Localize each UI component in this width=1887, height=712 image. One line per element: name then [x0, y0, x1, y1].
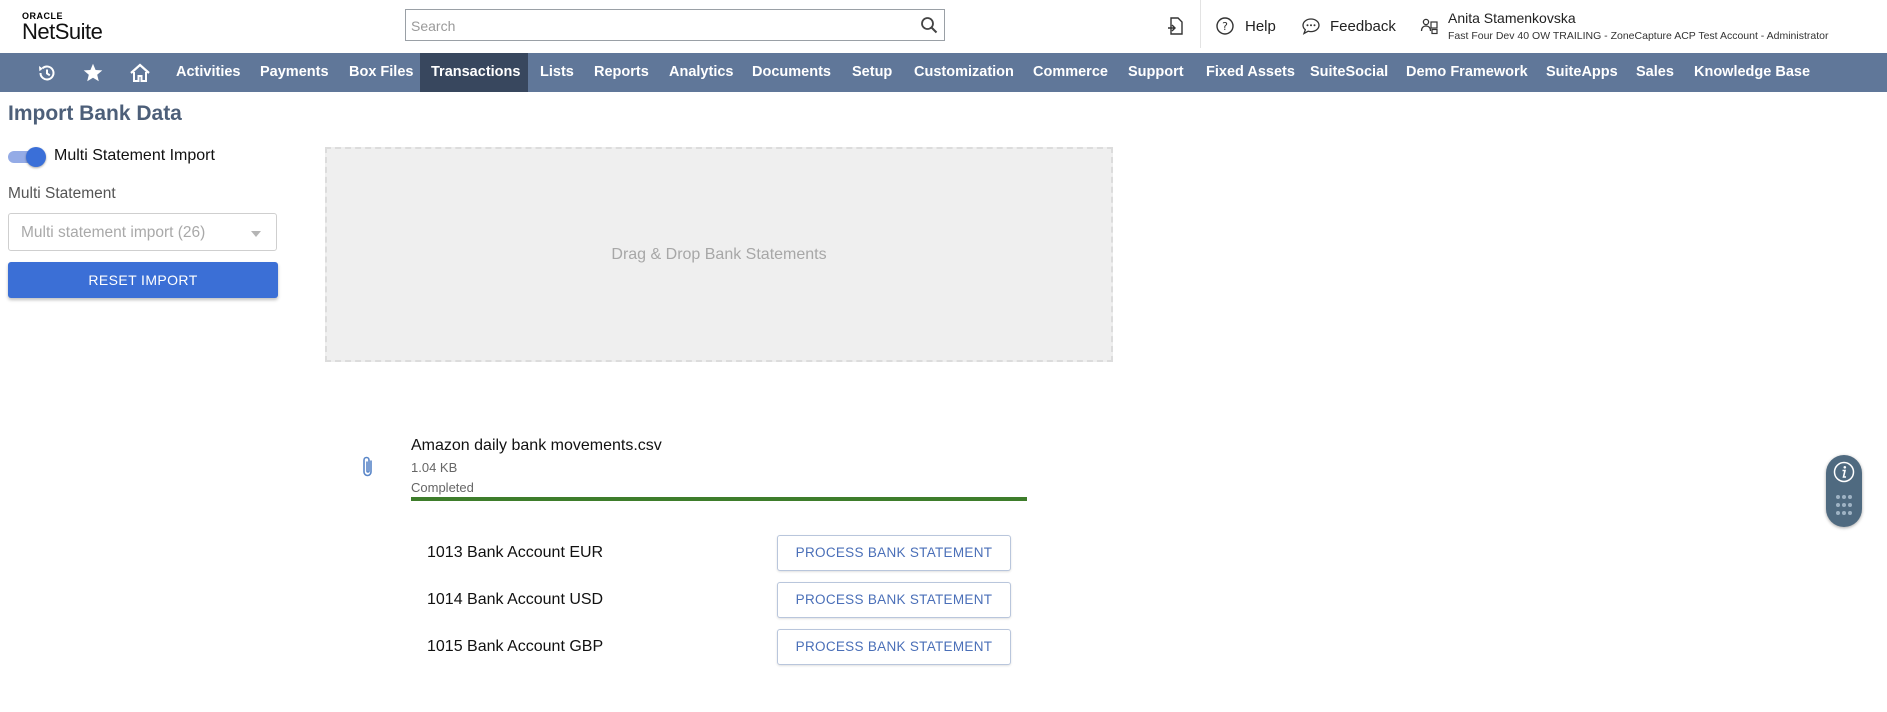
global-search[interactable]	[405, 9, 945, 41]
svg-text:?: ?	[1222, 20, 1228, 33]
nav-setup[interactable]: Setup	[841, 53, 903, 92]
help-link[interactable]: Help	[1245, 18, 1276, 35]
grid-menu-icon[interactable]	[1835, 493, 1853, 517]
feedback-link[interactable]: Feedback	[1330, 18, 1396, 35]
process-bank-statement-button[interactable]: PROCESS BANK STATEMENT	[777, 629, 1011, 665]
logo-netsuite-text: NetSuite	[22, 19, 103, 44]
uploaded-file-name: Amazon daily bank movements.csv	[411, 437, 662, 454]
nav-commerce[interactable]: Commerce	[1022, 53, 1119, 92]
help-icon[interactable]: ?	[1215, 16, 1235, 36]
reset-import-button[interactable]: RESET IMPORT	[8, 262, 278, 298]
multi-statement-toggle[interactable]	[8, 147, 46, 167]
multi-statement-toggle-label: Multi Statement Import	[54, 147, 215, 164]
floating-help-widget[interactable]	[1826, 455, 1862, 527]
nav-suitesocial[interactable]: SuiteSocial	[1299, 53, 1399, 92]
user-roles-icon[interactable]	[1419, 16, 1439, 36]
upload-progress-fill	[411, 497, 1027, 501]
multi-statement-select[interactable]: Multi statement import (26)	[8, 213, 277, 251]
multi-statement-select-value: Multi statement import (26)	[21, 224, 206, 241]
page-title: Import Bank Data	[8, 102, 182, 125]
nav-demo-framework[interactable]: Demo Framework	[1395, 53, 1539, 92]
nav-suiteapps[interactable]: SuiteApps	[1535, 53, 1629, 92]
bank-account-label: 1015 Bank Account GBP	[427, 638, 604, 655]
top-header: ORACLE NetSuite ? Help Feedback Anita St…	[0, 0, 1887, 52]
nav-lists[interactable]: Lists	[529, 53, 585, 92]
nav-payments[interactable]: Payments	[249, 53, 340, 92]
nav-documents[interactable]: Documents	[741, 53, 842, 92]
bank-account-label: 1013 Bank Account EUR	[427, 544, 604, 561]
nav-fixed-assets[interactable]: Fixed Assets	[1195, 53, 1306, 92]
header-divider	[1200, 0, 1201, 48]
nav-reports[interactable]: Reports	[583, 53, 660, 92]
nav-support[interactable]: Support	[1117, 53, 1195, 92]
upload-status: Completed	[411, 480, 474, 495]
bank-account-label: 1014 Bank Account USD	[427, 591, 604, 608]
search-icon[interactable]	[920, 16, 938, 34]
nav-sales[interactable]: Sales	[1625, 53, 1685, 92]
user-name[interactable]: Anita Stamenkovska	[1448, 10, 1576, 26]
chevron-down-icon	[251, 231, 261, 237]
multi-statement-label: Multi Statement	[8, 185, 116, 202]
paperclip-icon	[363, 456, 372, 477]
nav-box-files[interactable]: Box Files	[338, 53, 424, 92]
main-navigation: Activities Payments Box Files Transactio…	[0, 53, 1887, 92]
toggle-knob	[26, 147, 46, 167]
feedback-icon[interactable]	[1301, 16, 1321, 36]
netsuite-logo[interactable]: ORACLE NetSuite	[22, 11, 103, 44]
uploaded-file-size: 1.04 KB	[411, 460, 458, 475]
process-bank-statement-button[interactable]: PROCESS BANK STATEMENT	[777, 535, 1011, 571]
favorites-star-icon[interactable]	[82, 62, 104, 84]
dropzone-text: Drag & Drop Bank Statements	[611, 246, 827, 263]
nav-customization[interactable]: Customization	[903, 53, 1025, 92]
recent-records-icon[interactable]	[1166, 16, 1186, 36]
bank-statement-dropzone[interactable]: Drag & Drop Bank Statements	[325, 147, 1113, 362]
nav-activities[interactable]: Activities	[165, 53, 251, 92]
user-account-context[interactable]: Fast Four Dev 40 OW TRAILING - ZoneCaptu…	[1448, 30, 1828, 42]
upload-progress-bar	[411, 497, 1027, 501]
recent-history-icon[interactable]	[36, 62, 58, 84]
nav-analytics[interactable]: Analytics	[658, 53, 744, 92]
home-icon[interactable]	[129, 62, 151, 84]
process-bank-statement-button[interactable]: PROCESS BANK STATEMENT	[777, 582, 1011, 618]
nav-knowledge-base[interactable]: Knowledge Base	[1683, 53, 1821, 92]
info-icon[interactable]	[1833, 461, 1855, 483]
nav-transactions[interactable]: Transactions	[420, 53, 528, 92]
search-input[interactable]	[409, 15, 913, 37]
